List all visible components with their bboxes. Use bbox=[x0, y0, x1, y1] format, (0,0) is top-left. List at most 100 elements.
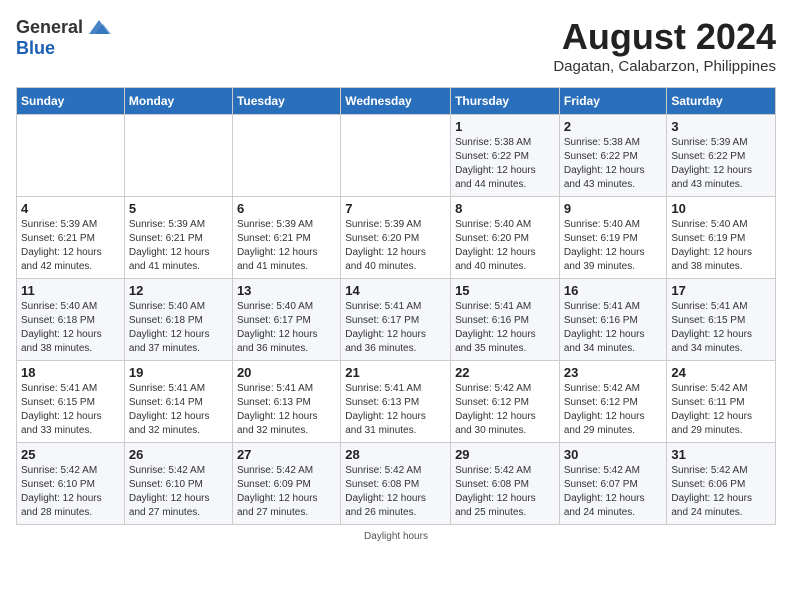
day-number: 13 bbox=[237, 283, 336, 298]
table-row: 19Sunrise: 5:41 AM Sunset: 6:14 PM Dayli… bbox=[124, 361, 232, 443]
day-number: 14 bbox=[345, 283, 446, 298]
table-row: 14 Sunrise: 5:41 AM Sunset: 6:17 PM Dayli… bbox=[341, 279, 451, 361]
logo-blue-text: Blue bbox=[16, 38, 55, 59]
day-number: 20 bbox=[237, 365, 336, 380]
calendar-week-2: 4 Sunrise: 5:39 AM Sunset: 6:21 PM Daylig… bbox=[17, 197, 776, 279]
table-row: 5Sunrise: 5:39 AM Sunset: 6:21 PM Daylig… bbox=[124, 197, 232, 279]
day-number: 23 bbox=[564, 365, 663, 380]
table-row: 7Sunrise: 5:39 AM Sunset: 6:20 PM Daylig… bbox=[341, 197, 451, 279]
table-row: 13 Sunrise: 5:40 AM Sunset: 6:17 PM Dayli… bbox=[232, 279, 340, 361]
day-info: Sunrise: 5:41 AM Sunset: 6:13 PM Dayligh… bbox=[345, 382, 446, 438]
day-number: 24 bbox=[671, 365, 771, 380]
day-number: 27 bbox=[237, 447, 336, 462]
day-info: Sunrise: 5:41 AM Sunset: 6:15 PM Dayligh… bbox=[21, 382, 120, 438]
day-number: 2 bbox=[564, 119, 663, 134]
day-info: Sunrise: 5:39 AM Sunset: 6:20 PM Dayligh… bbox=[345, 218, 446, 274]
table-row: 15 Sunrise: 5:41 AM Sunset: 6:16 PM Dayli… bbox=[451, 279, 560, 361]
table-row: 24 Sunrise: 5:42 AM Sunset: 6:11 PM Dayli… bbox=[667, 361, 776, 443]
title-area: August 2024 Dagatan, Calabarzon, Philipp… bbox=[553, 16, 776, 75]
calendar-header-row: Sunday Monday Tuesday Wednesday Thursday… bbox=[17, 88, 776, 115]
day-info: Sunrise: 5:42 AM Sunset: 6:09 PM Dayligh… bbox=[237, 464, 336, 520]
col-sunday: Sunday bbox=[17, 88, 125, 115]
col-monday: Monday bbox=[124, 88, 232, 115]
day-info: Sunrise: 5:41 AM Sunset: 6:13 PM Dayligh… bbox=[237, 382, 336, 438]
day-number: 29 bbox=[455, 447, 555, 462]
day-info: Sunrise: 5:42 AM Sunset: 6:12 PM Dayligh… bbox=[455, 382, 555, 438]
table-row: 17 Sunrise: 5:41 AM Sunset: 6:15 PM Dayli… bbox=[667, 279, 776, 361]
day-info: Sunrise: 5:41 AM Sunset: 6:15 PM Dayligh… bbox=[671, 300, 771, 356]
day-info: Sunrise: 5:38 AM Sunset: 6:22 PM Dayligh… bbox=[455, 136, 555, 192]
day-info: Sunrise: 5:40 AM Sunset: 6:17 PM Dayligh… bbox=[237, 300, 336, 356]
logo-general-text: General bbox=[16, 17, 83, 38]
day-number: 12 bbox=[129, 283, 228, 298]
day-info: Sunrise: 5:42 AM Sunset: 6:07 PM Dayligh… bbox=[564, 464, 663, 520]
table-row: 9 Sunrise: 5:40 AM Sunset: 6:19 PM Daylig… bbox=[559, 197, 667, 279]
day-number: 3 bbox=[671, 119, 771, 134]
table-row: 20 Sunrise: 5:41 AM Sunset: 6:13 PM Dayli… bbox=[232, 361, 340, 443]
page-header: General Blue August 2024 Dagatan, Calaba… bbox=[16, 16, 776, 75]
day-info: Sunrise: 5:39 AM Sunset: 6:21 PM Dayligh… bbox=[237, 218, 336, 274]
day-info: Sunrise: 5:42 AM Sunset: 6:12 PM Dayligh… bbox=[564, 382, 663, 438]
calendar-week-3: 11Sunrise: 5:40 AM Sunset: 6:18 PM Dayli… bbox=[17, 279, 776, 361]
table-row bbox=[17, 115, 125, 197]
table-row: 2 Sunrise: 5:38 AM Sunset: 6:22 PM Daylig… bbox=[559, 115, 667, 197]
day-info: Sunrise: 5:40 AM Sunset: 6:19 PM Dayligh… bbox=[564, 218, 663, 274]
col-friday: Friday bbox=[559, 88, 667, 115]
day-number: 31 bbox=[671, 447, 771, 462]
table-row: 11Sunrise: 5:40 AM Sunset: 6:18 PM Dayli… bbox=[17, 279, 125, 361]
day-info: Sunrise: 5:41 AM Sunset: 6:16 PM Dayligh… bbox=[564, 300, 663, 356]
table-row: 18Sunrise: 5:41 AM Sunset: 6:15 PM Dayli… bbox=[17, 361, 125, 443]
table-row bbox=[341, 115, 451, 197]
day-number: 6 bbox=[237, 201, 336, 216]
table-row bbox=[232, 115, 340, 197]
location: Dagatan, Calabarzon, Philippines bbox=[553, 58, 776, 75]
calendar-week-1: 1 Sunrise: 5:38 AM Sunset: 6:22 PM Daylig… bbox=[17, 115, 776, 197]
table-row bbox=[124, 115, 232, 197]
table-row: 12Sunrise: 5:40 AM Sunset: 6:18 PM Dayli… bbox=[124, 279, 232, 361]
day-number: 15 bbox=[455, 283, 555, 298]
table-row: 10Sunrise: 5:40 AM Sunset: 6:19 PM Dayli… bbox=[667, 197, 776, 279]
table-row: 26Sunrise: 5:42 AM Sunset: 6:10 PM Dayli… bbox=[124, 443, 232, 525]
day-info: Sunrise: 5:41 AM Sunset: 6:17 PM Dayligh… bbox=[345, 300, 446, 356]
day-info: Sunrise: 5:42 AM Sunset: 6:08 PM Dayligh… bbox=[455, 464, 555, 520]
day-info: Sunrise: 5:40 AM Sunset: 6:19 PM Dayligh… bbox=[671, 218, 771, 274]
day-number: 9 bbox=[564, 201, 663, 216]
day-info: Sunrise: 5:42 AM Sunset: 6:11 PM Dayligh… bbox=[671, 382, 771, 438]
day-info: Sunrise: 5:40 AM Sunset: 6:20 PM Dayligh… bbox=[455, 218, 555, 274]
day-number: 30 bbox=[564, 447, 663, 462]
calendar-week-4: 18Sunrise: 5:41 AM Sunset: 6:15 PM Dayli… bbox=[17, 361, 776, 443]
day-number: 4 bbox=[21, 201, 120, 216]
table-row: 22Sunrise: 5:42 AM Sunset: 6:12 PM Dayli… bbox=[451, 361, 560, 443]
logo: General Blue bbox=[16, 16, 113, 59]
table-row: 1 Sunrise: 5:38 AM Sunset: 6:22 PM Daylig… bbox=[451, 115, 560, 197]
day-info: Sunrise: 5:42 AM Sunset: 6:08 PM Dayligh… bbox=[345, 464, 446, 520]
day-number: 11 bbox=[21, 283, 120, 298]
calendar-week-5: 25 Sunrise: 5:42 AM Sunset: 6:10 PM Dayli… bbox=[17, 443, 776, 525]
table-row: 23 Sunrise: 5:42 AM Sunset: 6:12 PM Dayli… bbox=[559, 361, 667, 443]
col-thursday: Thursday bbox=[451, 88, 560, 115]
col-saturday: Saturday bbox=[667, 88, 776, 115]
day-number: 5 bbox=[129, 201, 228, 216]
day-info: Sunrise: 5:41 AM Sunset: 6:16 PM Dayligh… bbox=[455, 300, 555, 356]
day-number: 1 bbox=[455, 119, 555, 134]
table-row: 21 Sunrise: 5:41 AM Sunset: 6:13 PM Dayli… bbox=[341, 361, 451, 443]
table-row: 30 Sunrise: 5:42 AM Sunset: 6:07 PM Dayli… bbox=[559, 443, 667, 525]
table-row: 16 Sunrise: 5:41 AM Sunset: 6:16 PM Dayli… bbox=[559, 279, 667, 361]
day-number: 25 bbox=[21, 447, 120, 462]
day-info: Sunrise: 5:38 AM Sunset: 6:22 PM Dayligh… bbox=[564, 136, 663, 192]
day-number: 17 bbox=[671, 283, 771, 298]
col-tuesday: Tuesday bbox=[232, 88, 340, 115]
calendar-table: Sunday Monday Tuesday Wednesday Thursday… bbox=[16, 87, 776, 525]
day-info: Sunrise: 5:42 AM Sunset: 6:06 PM Dayligh… bbox=[671, 464, 771, 520]
day-number: 8 bbox=[455, 201, 555, 216]
day-number: 21 bbox=[345, 365, 446, 380]
logo-icon bbox=[85, 16, 113, 38]
table-row: 4 Sunrise: 5:39 AM Sunset: 6:21 PM Daylig… bbox=[17, 197, 125, 279]
day-info: Sunrise: 5:42 AM Sunset: 6:10 PM Dayligh… bbox=[21, 464, 120, 520]
day-info: Sunrise: 5:41 AM Sunset: 6:14 PM Dayligh… bbox=[129, 382, 228, 438]
table-row: 29 Sunrise: 5:42 AM Sunset: 6:08 PM Dayli… bbox=[451, 443, 560, 525]
day-info: Sunrise: 5:39 AM Sunset: 6:21 PM Dayligh… bbox=[21, 218, 120, 274]
table-row: 28Sunrise: 5:42 AM Sunset: 6:08 PM Dayli… bbox=[341, 443, 451, 525]
day-number: 16 bbox=[564, 283, 663, 298]
month-title: August 2024 bbox=[553, 16, 776, 58]
